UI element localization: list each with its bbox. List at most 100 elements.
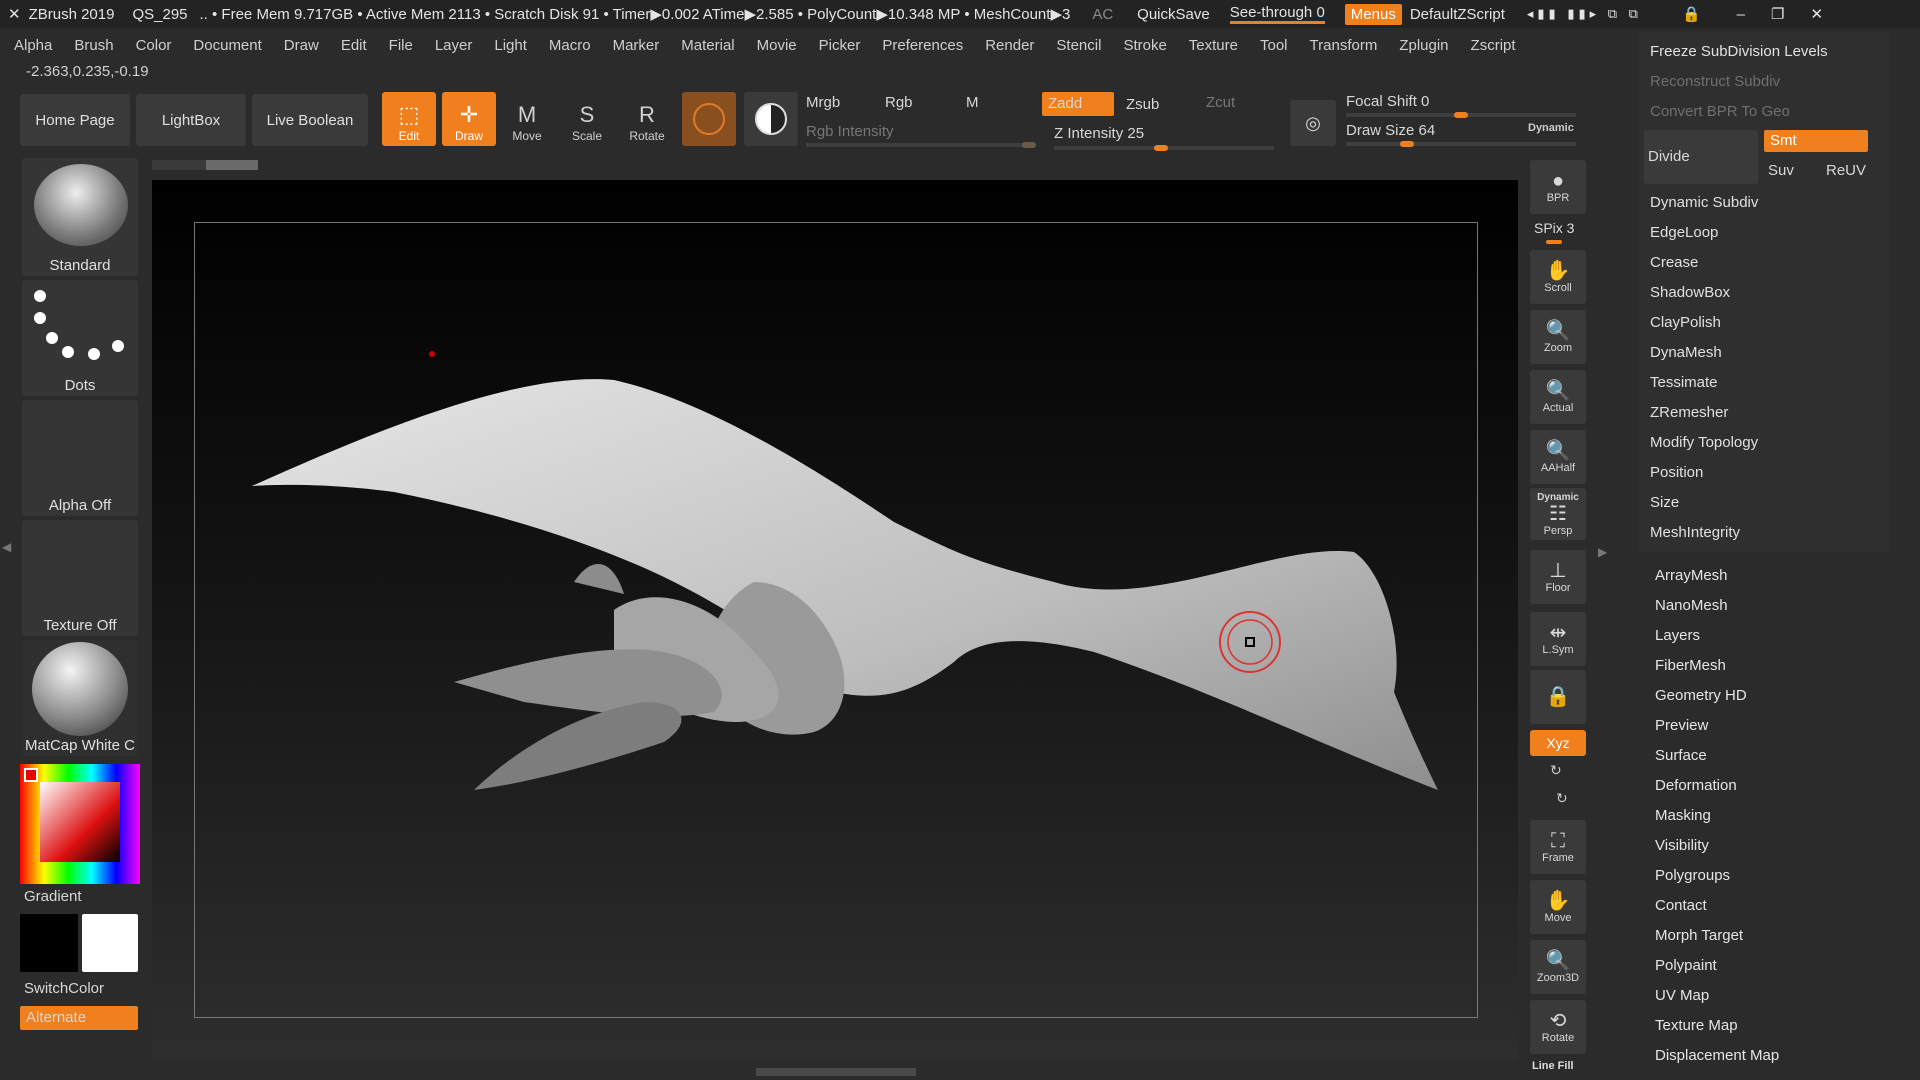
freeze-subdivision-button[interactable]: Freeze SubDivision Levels <box>1650 43 1828 60</box>
zremesher-item[interactable]: ZRemesher <box>1650 404 1728 421</box>
nanomesh-section[interactable]: NanoMesh <box>1655 597 1728 614</box>
aahalf-button[interactable]: 🔍 AAHalf <box>1530 430 1586 484</box>
uv-map-section[interactable]: UV Map <box>1655 987 1709 1004</box>
lightbox-button[interactable]: LightBox <box>136 94 246 146</box>
edgeloop-item[interactable]: EdgeLoop <box>1650 224 1718 241</box>
visibility-section[interactable]: Visibility <box>1655 837 1709 854</box>
main-color-swatch[interactable] <box>82 914 138 972</box>
spix-value[interactable]: SPix 3 <box>1534 220 1574 236</box>
move-view-button[interactable]: ✋ Move <box>1530 880 1586 934</box>
menu-macro[interactable]: Macro <box>549 37 591 54</box>
claypolish-item[interactable]: ClayPolish <box>1650 314 1721 331</box>
position-item[interactable]: Position <box>1650 464 1703 481</box>
zoom3d-button[interactable]: 🔍 Zoom3D <box>1530 940 1586 994</box>
rotate-view-button[interactable]: ⟲ Rotate <box>1530 1000 1586 1054</box>
polygroups-section[interactable]: Polygroups <box>1655 867 1730 884</box>
menu-stencil[interactable]: Stencil <box>1056 37 1101 54</box>
rgb-intensity-knob[interactable] <box>1022 142 1036 148</box>
polypaint-section[interactable]: Polypaint <box>1655 957 1717 974</box>
ac-button[interactable]: AC <box>1092 6 1113 23</box>
crease-item[interactable]: Crease <box>1650 254 1698 271</box>
modify-topology-item[interactable]: Modify Topology <box>1650 434 1758 451</box>
see-through-slider[interactable]: See-through 0 <box>1229 4 1325 24</box>
menu-marker[interactable]: Marker <box>613 37 660 54</box>
menu-light[interactable]: Light <box>494 37 527 54</box>
surface-section[interactable]: Surface <box>1655 747 1707 764</box>
persp-button[interactable]: Dynamic ☷ Persp <box>1530 488 1586 540</box>
quicksave-button[interactable]: QuickSave <box>1137 6 1210 23</box>
menu-draw[interactable]: Draw <box>284 37 319 54</box>
z-intensity-slider[interactable] <box>1054 145 1274 151</box>
default-zscript-button[interactable]: DefaultZScript <box>1410 6 1505 23</box>
menu-edit[interactable]: Edit <box>341 37 367 54</box>
contact-section[interactable]: Contact <box>1655 897 1707 914</box>
menu-transform[interactable]: Transform <box>1310 37 1378 54</box>
rgb-intensity-slider[interactable] <box>806 142 1036 148</box>
secondary-color-swatch[interactable] <box>20 914 78 972</box>
layers-section[interactable]: Layers <box>1655 627 1700 644</box>
dynamic-toggle[interactable]: Dynamic <box>1528 122 1574 134</box>
frame-button[interactable]: ⛶ Frame <box>1530 820 1586 874</box>
fibermesh-section[interactable]: FiberMesh <box>1655 657 1726 674</box>
menu-color[interactable]: Color <box>136 37 172 54</box>
xyz-rotation-button[interactable]: Xyz <box>1530 730 1586 756</box>
move-tool-button[interactable]: M Move <box>500 92 554 146</box>
dynamic-subdiv-item[interactable]: Dynamic Subdiv <box>1650 194 1758 211</box>
lock-icon[interactable]: 🔒 <box>1682 5 1701 23</box>
texture-map-section[interactable]: Texture Map <box>1655 1017 1738 1034</box>
switchcolor-button[interactable]: SwitchColor <box>24 980 104 997</box>
z-intensity-knob[interactable] <box>1154 145 1168 151</box>
home-page-button[interactable]: Home Page <box>20 94 130 146</box>
right-tray-toggle-icon[interactable]: ▶ <box>1598 545 1607 559</box>
draw-size-slider[interactable] <box>1346 141 1576 147</box>
spix-slider[interactable] <box>1546 240 1562 244</box>
arraymesh-section[interactable]: ArrayMesh <box>1655 567 1728 584</box>
focal-shift-slider[interactable] <box>1346 112 1576 118</box>
alpha-thumbnail[interactable]: Alpha Off <box>22 400 138 516</box>
stroke-thumbnail[interactable]: Dots <box>22 280 138 396</box>
morph-target-section[interactable]: Morph Target <box>1655 927 1743 944</box>
menu-document[interactable]: Document <box>193 37 261 54</box>
menu-material[interactable]: Material <box>681 37 734 54</box>
lock-view-button[interactable]: 🔒 <box>1530 670 1586 724</box>
m-button[interactable]: M <box>966 94 979 111</box>
menu-movie[interactable]: Movie <box>757 37 797 54</box>
brush-thumbnail[interactable]: Standard <box>22 158 138 276</box>
menu-zplugin[interactable]: Zplugin <box>1399 37 1448 54</box>
maximize-icon[interactable]: ❐ <box>1771 5 1784 23</box>
menu-picker[interactable]: Picker <box>819 37 861 54</box>
material-preview-button[interactable] <box>744 92 798 146</box>
color-picker[interactable] <box>20 764 140 884</box>
material-thumbnail[interactable]: MatCap White C <box>22 640 138 756</box>
rotate-tool-button[interactable]: R Rotate <box>620 92 674 146</box>
deformation-section[interactable]: Deformation <box>1655 777 1737 794</box>
zsub-button[interactable]: Zsub <box>1126 96 1159 113</box>
menu-layer[interactable]: Layer <box>435 37 473 54</box>
displacement-map-section[interactable]: Displacement Map <box>1655 1047 1779 1064</box>
draw-size-knob[interactable] <box>1400 141 1414 147</box>
brush-preview-button[interactable] <box>682 92 736 146</box>
reconstruct-subdiv-button[interactable]: Reconstruct Subdiv <box>1650 73 1780 90</box>
zoom-button[interactable]: 🔍 Zoom <box>1530 310 1586 364</box>
menu-texture[interactable]: Texture <box>1189 37 1238 54</box>
dynamesh-item[interactable]: DynaMesh <box>1650 344 1722 361</box>
close-icon[interactable]: ✕ <box>1810 5 1823 23</box>
scroll-button[interactable]: ✋ Scroll <box>1530 250 1586 304</box>
preview-section[interactable]: Preview <box>1655 717 1708 734</box>
focal-shift-knob[interactable] <box>1454 112 1468 118</box>
tessimate-item[interactable]: Tessimate <box>1650 374 1718 391</box>
mrgb-button[interactable]: Mrgb <box>806 94 840 111</box>
menu-tool[interactable]: Tool <box>1260 37 1288 54</box>
live-boolean-button[interactable]: Live Boolean <box>252 94 368 146</box>
floor-button[interactable]: ⊥ Floor <box>1530 550 1586 604</box>
left-tray-toggle-icon[interactable]: ◀ <box>2 540 12 560</box>
menu-alpha[interactable]: Alpha <box>14 37 52 54</box>
rgb-button[interactable]: Rgb <box>885 94 913 111</box>
smt-toggle[interactable]: Smt <box>1764 130 1868 152</box>
zadd-button[interactable]: Zadd <box>1042 92 1114 116</box>
layout-icons[interactable]: ◂▮▮ ▮▮▸ ⧉ ⧉ <box>1527 6 1642 22</box>
pterosaur-model[interactable] <box>194 222 1476 1016</box>
suv-toggle[interactable]: Suv <box>1768 162 1794 179</box>
canvas-scroll-indicator[interactable] <box>152 160 258 170</box>
alternate-button[interactable]: Alternate <box>20 1006 138 1030</box>
